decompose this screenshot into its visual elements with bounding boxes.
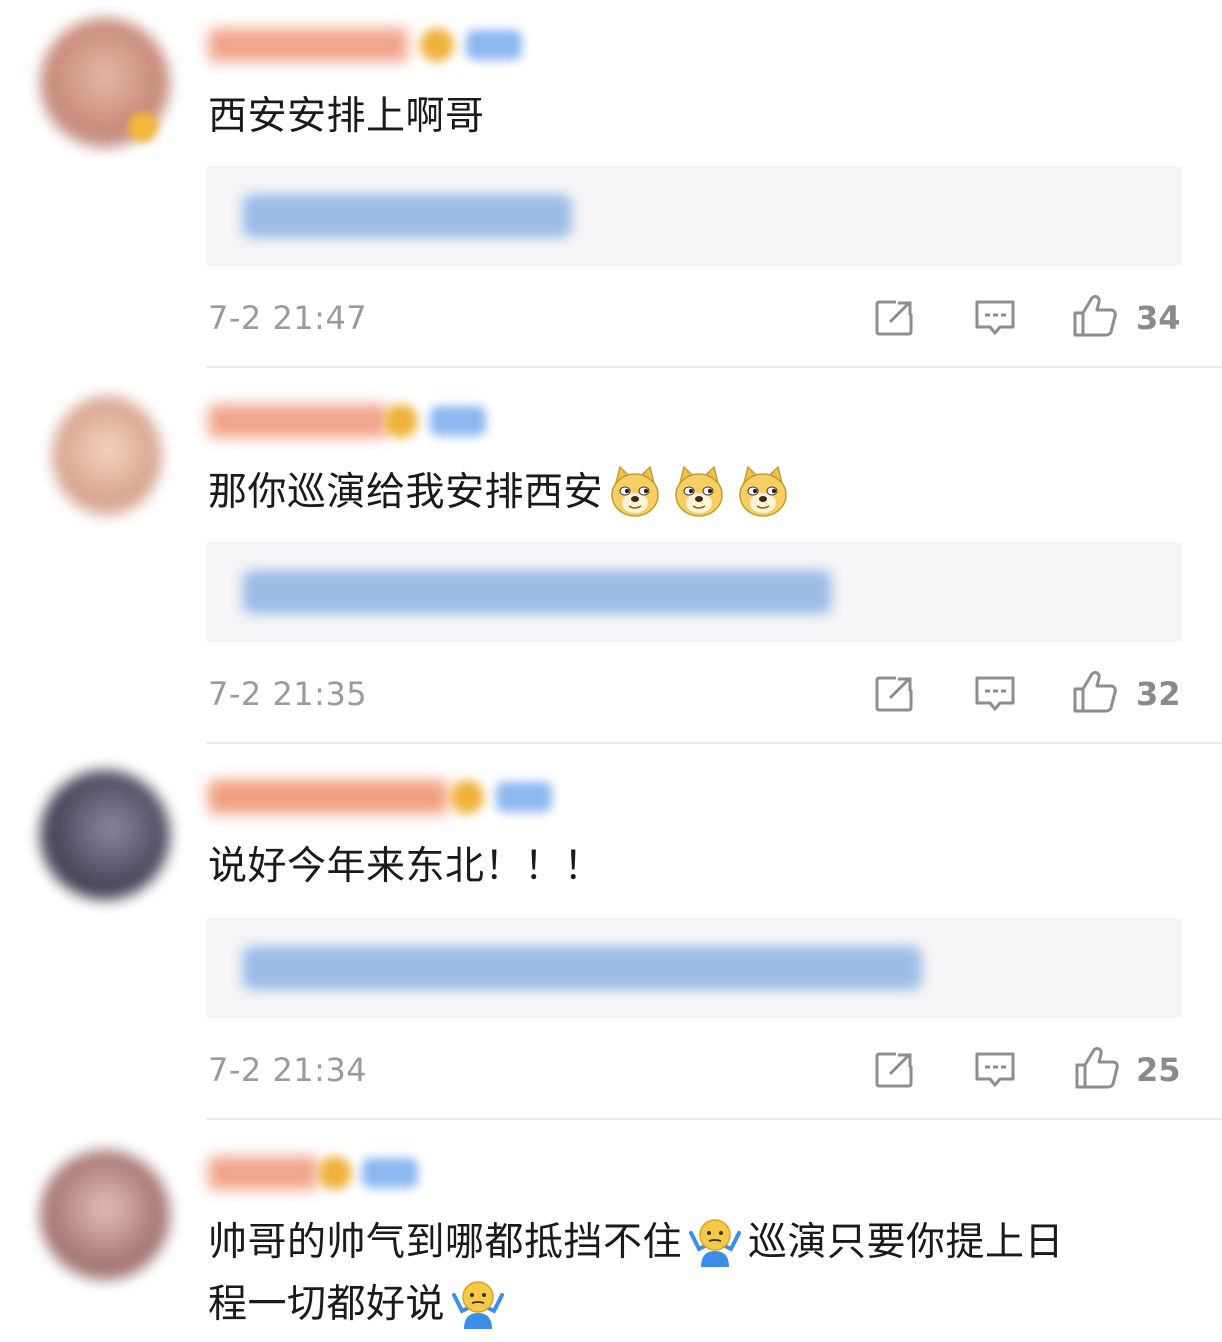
divider <box>206 1118 1222 1120</box>
like-icon[interactable] <box>1074 1046 1120 1090</box>
shrug-emoji-icon <box>450 1277 506 1331</box>
username[interactable] <box>208 404 388 438</box>
avatar[interactable] <box>40 1150 170 1280</box>
like-count: 25 <box>1136 1051 1181 1089</box>
comment-text-content: 程一切都好说 <box>208 1282 446 1327</box>
like-icon[interactable] <box>1072 294 1118 338</box>
replies-box[interactable] <box>206 918 1182 1018</box>
comment-time: 7-2 21:47 <box>208 299 368 337</box>
like-icon[interactable] <box>1072 670 1118 714</box>
divider <box>206 742 1222 744</box>
replies-link[interactable] <box>242 570 832 614</box>
comment-text-content: 巡演只要你提上日 <box>748 1220 1065 1265</box>
username[interactable] <box>208 780 448 814</box>
replies-box[interactable] <box>206 166 1182 266</box>
comment-text: 那你巡演给我安排西安 <box>208 462 1182 524</box>
comment-time: 7-2 21:34 <box>208 1051 368 1089</box>
share-icon[interactable] <box>874 1050 916 1090</box>
replies-box[interactable] <box>206 542 1182 642</box>
replies-link[interactable] <box>242 946 922 990</box>
user-vip-badge-icon <box>362 1158 418 1188</box>
comment-meta: 7-2 21:34 25 <box>208 1046 1184 1094</box>
shrug-emoji-icon <box>687 1215 743 1269</box>
user-vip-badge-icon <box>430 406 486 436</box>
like-count: 32 <box>1136 675 1181 713</box>
user-level-badge-icon <box>384 404 418 438</box>
comment-text: 帅哥的帅气到哪都抵挡不住 巡演只要你提上日 程一切都好说 <box>208 1212 1182 1336</box>
doge-emoji-icon <box>608 465 662 519</box>
username[interactable] <box>208 28 408 62</box>
comment-meta: 7-2 21:47 34 <box>208 294 1184 342</box>
user-vip-badge-icon <box>466 30 522 60</box>
share-icon[interactable] <box>874 298 916 338</box>
comment-text-content: 说好今年来东北！！！ <box>208 844 604 889</box>
comment-text: 说好今年来东北！！！ <box>208 836 1182 898</box>
comment-text-line: 程一切都好说 <box>208 1274 1182 1336</box>
avatar[interactable] <box>52 396 162 516</box>
like-count: 34 <box>1136 299 1181 337</box>
comment-icon[interactable] <box>974 674 1016 714</box>
divider <box>206 366 1222 368</box>
comment-text: 西安安排上啊哥 <box>208 86 1182 148</box>
comment-icon[interactable] <box>974 298 1016 338</box>
doge-emoji-icon <box>672 465 726 519</box>
avatar[interactable] <box>40 770 170 900</box>
share-icon[interactable] <box>874 674 916 714</box>
user-vip-badge-icon <box>496 782 552 812</box>
comment-time: 7-2 21:35 <box>208 675 368 713</box>
avatar-badge-icon <box>128 112 158 142</box>
comment-text-content: 那你巡演给我安排西安 <box>208 470 604 515</box>
user-level-badge-icon <box>420 28 454 62</box>
comment-text-content: 帅哥的帅气到哪都抵挡不住 <box>208 1220 683 1265</box>
user-level-badge-icon <box>318 1156 352 1190</box>
comment-text-content: 西安安排上啊哥 <box>208 94 485 139</box>
comment-icon[interactable] <box>974 1050 1016 1090</box>
replies-link[interactable] <box>242 194 572 238</box>
doge-emoji-icon <box>736 465 790 519</box>
username[interactable] <box>208 1156 318 1190</box>
comment-text-line: 帅哥的帅气到哪都抵挡不住 巡演只要你提上日 <box>208 1212 1182 1274</box>
comment-meta: 7-2 21:35 32 <box>208 670 1184 718</box>
user-level-badge-icon <box>450 780 484 814</box>
